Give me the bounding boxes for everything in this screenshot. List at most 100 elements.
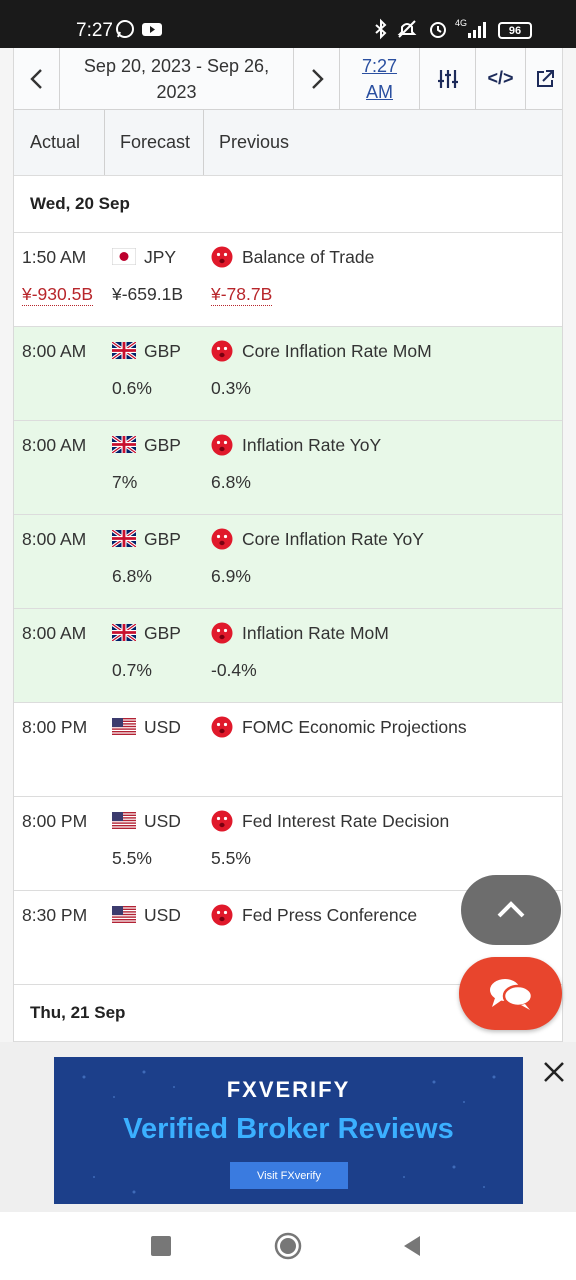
event-currency: USD bbox=[144, 717, 181, 737]
mute-icon bbox=[397, 20, 417, 38]
calendar-toolbar: Sep 20, 2023 - Sep 26, 2023 7:27 AM </> bbox=[14, 48, 562, 110]
ad-banner[interactable]: FXVERIFY Verified Broker Reviews Visit F… bbox=[54, 1057, 523, 1204]
external-link-icon bbox=[537, 69, 554, 87]
event-previous: 5.5% bbox=[211, 848, 251, 868]
event-currency: JPY bbox=[144, 247, 177, 267]
timezone-link[interactable]: 7:27 AM bbox=[340, 48, 420, 109]
open-external-button[interactable] bbox=[526, 48, 562, 109]
event-name[interactable]: Core Inflation Rate YoY bbox=[242, 529, 424, 550]
alarm-icon bbox=[430, 22, 446, 38]
high-importance-icon bbox=[211, 810, 233, 832]
column-header-actual[interactable]: Actual bbox=[14, 110, 105, 175]
event-time: 8:00 AM bbox=[22, 623, 87, 643]
uk-flag-icon bbox=[111, 340, 137, 361]
ad-cta-button[interactable]: Visit FXverify bbox=[230, 1162, 348, 1189]
uk-flag-icon bbox=[111, 622, 137, 643]
home-button[interactable] bbox=[273, 1231, 303, 1261]
chevron-up-icon bbox=[497, 901, 525, 918]
high-importance-icon bbox=[211, 246, 233, 268]
event-row[interactable]: 8:00 PM USD Fed Interest Rate Decision 5.5%… bbox=[14, 797, 562, 891]
chevron-right-icon bbox=[311, 68, 324, 89]
japan-flag-icon bbox=[111, 247, 137, 266]
date-range-selector[interactable]: Sep 20, 2023 - Sep 26, 2023 bbox=[60, 48, 294, 109]
date-range-line1: Sep 20, 2023 - Sep 26, bbox=[83, 55, 270, 76]
close-icon bbox=[544, 1062, 564, 1082]
system-nav-bar bbox=[0, 1212, 576, 1280]
event-name[interactable]: Inflation Rate MoM bbox=[242, 623, 389, 644]
event-previous: ¥-78.7B bbox=[211, 284, 273, 306]
timezone-ampm: AM bbox=[365, 81, 393, 102]
timezone-time: 7:27 bbox=[361, 55, 398, 76]
signal-icon bbox=[468, 22, 486, 38]
ad-close-button[interactable] bbox=[540, 1058, 568, 1086]
high-importance-icon bbox=[211, 716, 233, 738]
event-row[interactable]: 8:00 PM USD FOMC Economic Projections bbox=[14, 703, 562, 797]
event-time: 8:00 AM bbox=[22, 529, 87, 549]
event-previous: 6.8% bbox=[211, 472, 251, 492]
embed-code-button[interactable]: </> bbox=[476, 48, 526, 109]
event-previous: 0.3% bbox=[211, 378, 251, 398]
chat-button[interactable] bbox=[459, 957, 562, 1030]
next-week-button[interactable] bbox=[294, 48, 340, 109]
recent-apps-button[interactable] bbox=[151, 1236, 171, 1256]
event-forecast: ¥-659.1B bbox=[112, 284, 184, 304]
us-flag-icon bbox=[112, 812, 136, 829]
event-time: 1:50 AM bbox=[22, 247, 87, 267]
previous-week-button[interactable] bbox=[14, 48, 60, 109]
event-row[interactable]: 8:00 AM GBP Core Inflation Rate MoM 0.6% 0.3… bbox=[14, 327, 562, 421]
whatsapp-icon bbox=[116, 20, 134, 38]
event-currency: GBP bbox=[144, 529, 181, 549]
chat-icon bbox=[489, 978, 533, 1010]
status-bar: 7:27 4G 96 bbox=[0, 0, 576, 48]
event-previous: 6.9% bbox=[211, 566, 251, 586]
high-importance-icon bbox=[211, 622, 233, 644]
event-previous: -0.4% bbox=[211, 660, 257, 680]
event-name[interactable]: FOMC Economic Projections bbox=[242, 717, 467, 738]
event-time: 8:00 AM bbox=[22, 435, 87, 455]
us-flag-icon bbox=[112, 906, 136, 923]
event-forecast: 5.5% bbox=[112, 848, 152, 868]
event-row[interactable]: 8:00 AM GBP Core Inflation Rate YoY 6.8% 6.9… bbox=[14, 515, 562, 609]
event-time: 8:00 AM bbox=[22, 341, 87, 361]
column-header-previous[interactable]: Previous bbox=[204, 110, 562, 175]
column-header-forecast[interactable]: Forecast bbox=[105, 110, 204, 175]
event-row[interactable]: 1:50 AM JPY Balance of Trade ¥-930.5B ¥-659.… bbox=[14, 233, 562, 327]
sliders-icon bbox=[437, 69, 458, 88]
youtube-icon bbox=[142, 23, 162, 36]
calendar-page[interactable]: Sep 20, 2023 - Sep 26, 2023 7:27 AM </> … bbox=[0, 48, 576, 1042]
high-importance-icon bbox=[211, 434, 233, 456]
event-name[interactable]: Fed Press Conference bbox=[242, 905, 417, 926]
bluetooth-icon bbox=[375, 18, 387, 40]
uk-flag-icon bbox=[111, 528, 137, 549]
event-name[interactable]: Fed Interest Rate Decision bbox=[242, 811, 449, 832]
event-name[interactable]: Core Inflation Rate MoM bbox=[242, 341, 432, 362]
event-row[interactable]: 8:00 AM GBP Inflation Rate MoM 0.7% -0.4% bbox=[14, 609, 562, 703]
uk-flag-icon bbox=[111, 434, 137, 455]
event-time: 8:00 PM bbox=[22, 811, 88, 831]
ad-area: FXVERIFY Verified Broker Reviews Visit F… bbox=[0, 1042, 576, 1212]
day-header: Wed, 20 Sep bbox=[14, 176, 562, 233]
event-time: 8:00 PM bbox=[22, 717, 88, 737]
ad-brand: FXVERIFY bbox=[226, 1077, 351, 1102]
event-row[interactable]: 8:00 AM GBP Inflation Rate YoY 7% 6.8% bbox=[14, 421, 562, 515]
event-name[interactable]: Balance of Trade bbox=[242, 247, 374, 268]
event-forecast: 0.6% bbox=[112, 378, 152, 398]
us-flag-icon bbox=[112, 718, 136, 735]
column-headers: Actual Forecast Previous bbox=[14, 110, 562, 176]
event-forecast: 7% bbox=[112, 472, 138, 492]
filter-button[interactable] bbox=[420, 48, 476, 109]
event-currency: GBP bbox=[144, 623, 181, 643]
code-icon: </> bbox=[487, 68, 514, 88]
event-forecast: 0.7% bbox=[112, 660, 152, 680]
event-currency: USD bbox=[144, 905, 181, 925]
event-name[interactable]: Inflation Rate YoY bbox=[242, 435, 381, 456]
back-button[interactable] bbox=[400, 1234, 424, 1258]
high-importance-icon bbox=[211, 904, 233, 926]
chevron-left-icon bbox=[29, 68, 42, 89]
high-importance-icon bbox=[211, 528, 233, 550]
battery-icon: 96 bbox=[498, 22, 532, 39]
event-forecast: 6.8% bbox=[112, 566, 152, 586]
scroll-to-top-button[interactable] bbox=[461, 875, 561, 945]
event-currency: USD bbox=[144, 811, 181, 831]
event-actual: ¥-930.5B bbox=[22, 284, 94, 306]
